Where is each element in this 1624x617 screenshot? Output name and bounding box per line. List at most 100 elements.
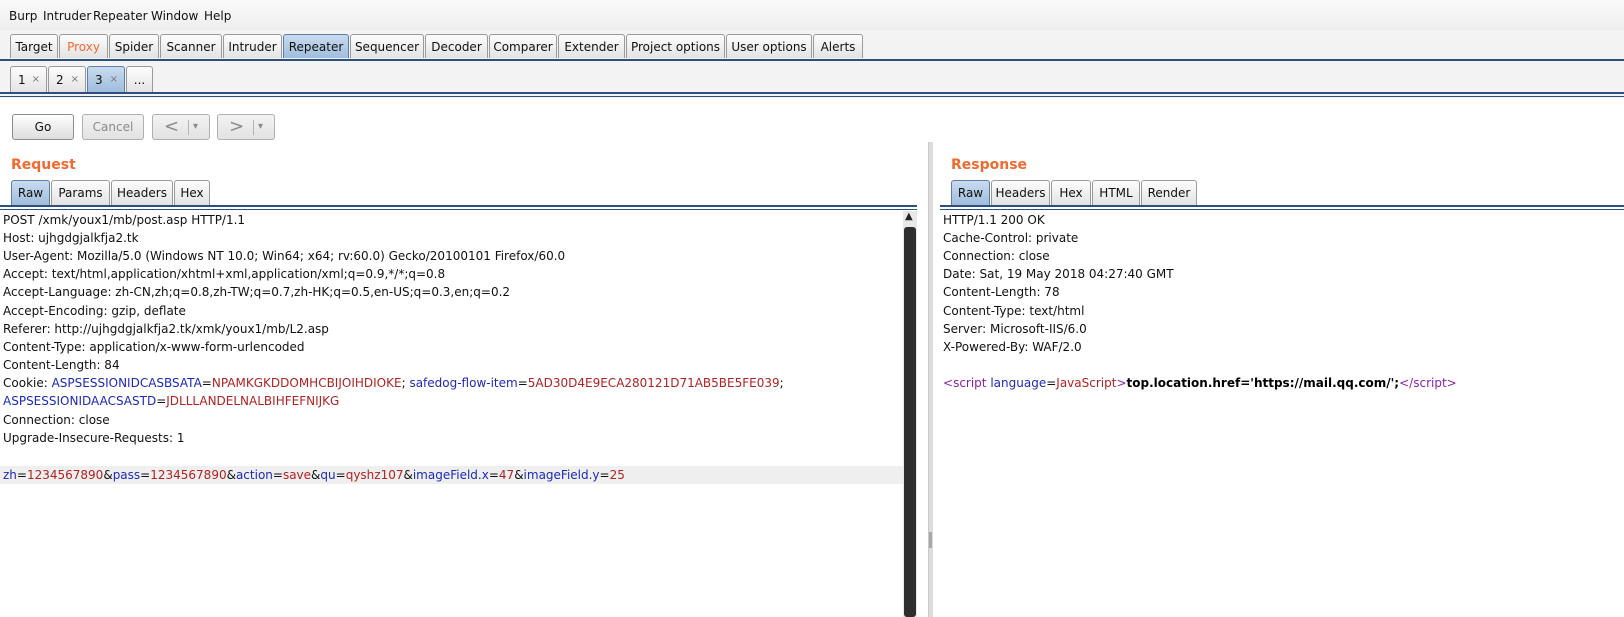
response-header-line: X-Powered-By: WAF/2.0: [943, 340, 1082, 354]
menu-repeater[interactable]: Repeater: [93, 9, 148, 23]
param-value: 47: [498, 468, 515, 482]
tab-scanner[interactable]: Scanner: [160, 34, 222, 58]
menu-help[interactable]: Help: [204, 9, 231, 23]
close-icon[interactable]: ×: [32, 67, 40, 93]
cookie-name: ASPSESSIONIDCASBSATA: [51, 376, 202, 390]
request-tab-raw[interactable]: Raw: [11, 180, 50, 205]
menu-window[interactable]: Window: [151, 9, 198, 23]
response-header-line: Content-Length: 78: [943, 285, 1060, 299]
param-name: action: [235, 468, 273, 482]
response-tab-hex[interactable]: Hex: [1051, 180, 1091, 205]
param-value: 1234567890: [150, 468, 227, 482]
tab-underline-secondary: [0, 96, 1624, 97]
close-icon[interactable]: ×: [110, 67, 118, 93]
param-value: 25: [609, 468, 625, 482]
html-attr-value: JavaScript: [1056, 376, 1117, 390]
chevron-right-icon: >: [229, 116, 245, 137]
request-tab-underline-secondary: [0, 209, 917, 210]
close-icon[interactable]: ×: [71, 67, 79, 93]
dropdown-arrow-icon[interactable]: ▾: [258, 115, 263, 139]
request-tab-hex[interactable]: Hex: [174, 180, 210, 205]
request-header-line: Accept-Encoding: gzip, deflate: [3, 304, 186, 318]
response-header-line: Server: Microsoft-IIS/6.0: [943, 322, 1087, 336]
separator: [188, 120, 189, 135]
repeater-tab-strip: 1 × 2 × 3 × ...: [0, 62, 1624, 98]
forward-button[interactable]: > ▾: [217, 114, 275, 140]
response-tab-headers[interactable]: Headers: [991, 180, 1050, 205]
request-editor[interactable]: POST /xmk/youx1/mb/post.asp HTTP/1.1 Hos…: [0, 211, 903, 617]
request-tab-headers[interactable]: Headers: [111, 180, 173, 205]
request-header-line: Accept-Language: zh-CN,zh;q=0.8,zh-TW;q=…: [3, 285, 511, 299]
param-name: zh: [3, 468, 17, 482]
split-pane-divider[interactable]: [928, 142, 933, 617]
tab-target[interactable]: Target: [10, 34, 58, 58]
param-name: qu: [320, 468, 336, 482]
tab-repeater[interactable]: Repeater: [283, 34, 349, 58]
tab-extender[interactable]: Extender: [558, 34, 625, 58]
menu-bar: Burp Intruder Repeater Window Help: [0, 0, 1624, 30]
html-tag-name: script: [953, 376, 987, 390]
cookie-header-continuation: ASPSESSIONIDAACSASTD=JDLLLANDELNALBIHFEF…: [3, 394, 340, 408]
response-header-line: Connection: close: [943, 249, 1050, 263]
response-tab-raw[interactable]: Raw: [951, 180, 990, 205]
tab-comparer[interactable]: Comparer: [489, 34, 557, 58]
tab-decoder[interactable]: Decoder: [425, 34, 488, 58]
scrollbar-thumb[interactable]: [904, 227, 916, 617]
request-header-line: Content-Type: application/x-www-form-url…: [3, 340, 305, 354]
request-header-line: Referer: http://ujhgdgjalkfja2.tk/xmk/yo…: [3, 322, 329, 336]
html-attr-name: language: [990, 376, 1047, 390]
repeater-tab-3[interactable]: 3 ×: [87, 66, 125, 92]
response-tab-render[interactable]: Render: [1141, 180, 1197, 205]
param-value: save: [282, 468, 312, 482]
repeater-tab-label: 2: [56, 73, 64, 87]
response-status-line: HTTP/1.1 200 OK: [943, 213, 1045, 227]
cancel-button[interactable]: Cancel: [82, 114, 144, 140]
scroll-up-icon[interactable]: ▲: [905, 211, 913, 222]
repeater-tab-1[interactable]: 1 ×: [10, 66, 47, 92]
request-title: Request: [11, 157, 76, 173]
tab-user-options[interactable]: User options: [726, 34, 812, 58]
tab-intruder[interactable]: Intruder: [223, 34, 282, 58]
request-header-line: Upgrade-Insecure-Requests: 1: [3, 431, 185, 445]
tab-underline: [0, 92, 1624, 94]
request-tab-underline: [0, 205, 917, 207]
cookie-header-line: Cookie: ASPSESSIONIDCASBSATA=NPAMKGKDDOM…: [3, 376, 784, 390]
cookie-value: NPAMKGKDDOMHCBIJOIHDIOKE: [211, 376, 402, 390]
cookie-value: JDLLLANDELNALBIHFEFNIJKG: [166, 394, 340, 408]
response-editor[interactable]: HTTP/1.1 200 OK Cache-Control: private C…: [940, 211, 1624, 617]
response-header-line: Content-Type: text/html: [943, 304, 1085, 318]
main-tab-strip: Target Proxy Spider Scanner Intruder Rep…: [0, 30, 1624, 62]
cookie-name: ASPSESSIONIDAACSASTD: [3, 394, 157, 408]
request-header-line: Content-Length: 84: [3, 358, 120, 372]
tab-sequencer[interactable]: Sequencer: [350, 34, 424, 58]
repeater-tab-label: 3: [95, 73, 103, 87]
new-repeater-tab[interactable]: ...: [126, 66, 153, 92]
param-name: imageField.x: [412, 468, 489, 482]
request-scrollbar[interactable]: ▲: [903, 211, 917, 617]
separator: [253, 120, 254, 135]
menu-intruder[interactable]: Intruder: [43, 9, 91, 23]
response-tab-underline-secondary: [940, 209, 1624, 210]
repeater-tab-label: 1: [18, 73, 26, 87]
response-header-line: Cache-Control: private: [943, 231, 1079, 245]
tab-alerts[interactable]: Alerts: [813, 34, 863, 58]
menu-burp[interactable]: Burp: [9, 9, 37, 23]
param-name: pass: [112, 468, 141, 482]
go-button[interactable]: Go: [12, 114, 74, 140]
request-header-line: Host: ujhgdgjalkfja2.tk: [3, 231, 139, 245]
dropdown-arrow-icon[interactable]: ▾: [193, 115, 198, 139]
divider-grip[interactable]: [929, 532, 932, 548]
request-tab-params[interactable]: Params: [51, 180, 110, 205]
param-value: 1234567890: [26, 468, 104, 482]
response-tab-html[interactable]: HTML: [1092, 180, 1140, 205]
cookie-value: 5AD30D4E9ECA280121D71AB5BE5FE039: [527, 376, 780, 390]
cookie-name: safedog-flow-item: [409, 376, 518, 390]
cookie-label: Cookie:: [3, 376, 52, 390]
script-body: top.location.href='https://mail.qq.com/'…: [1126, 376, 1400, 390]
tab-proxy[interactable]: Proxy: [59, 34, 108, 58]
html-tag-name: script: [1413, 376, 1447, 390]
tab-spider[interactable]: Spider: [109, 34, 159, 58]
tab-project-options[interactable]: Project options: [626, 34, 725, 58]
repeater-tab-2[interactable]: 2 ×: [48, 66, 86, 92]
back-button[interactable]: < ▾: [152, 114, 210, 140]
